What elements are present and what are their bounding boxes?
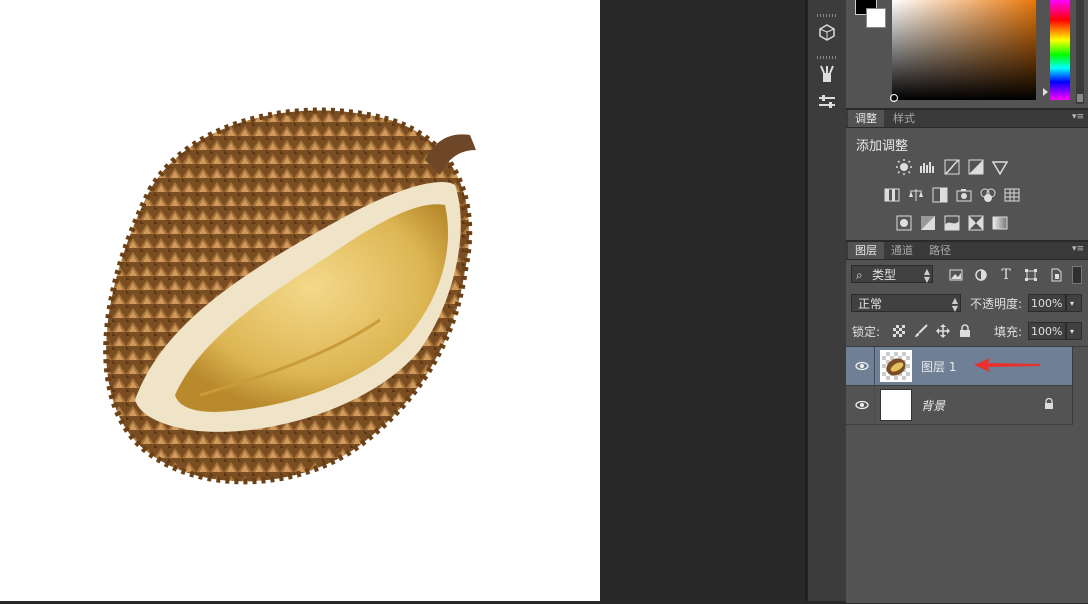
lock-transparent-icon[interactable]	[890, 322, 908, 340]
smart-object-filter-icon[interactable]	[1046, 265, 1066, 285]
lock-label: 锁定:	[852, 325, 881, 339]
3d-cube-icon[interactable]	[814, 20, 840, 44]
layer-row-background[interactable]: 背景	[846, 386, 1072, 425]
layer-thumbnail-background[interactable]	[880, 389, 912, 421]
hue-slider-handle[interactable]	[1043, 88, 1048, 96]
fill-label: 填充:	[994, 325, 1023, 339]
layer-filter-select[interactable]: ⌕ 类型 ▲ ▼	[851, 265, 933, 284]
panel-menu-icon[interactable]: ▾≡	[1072, 112, 1084, 122]
levels-icon[interactable]	[918, 157, 938, 177]
photo-filter-icon[interactable]	[954, 185, 974, 205]
adjustments-title: 添加调整	[856, 139, 909, 154]
exposure-icon[interactable]	[966, 157, 986, 177]
adjustments-panel: 调整 样式 ▾≡ 添加调整	[846, 108, 1088, 240]
lock-icon	[1044, 397, 1054, 413]
gradient-map-icon[interactable]	[990, 213, 1010, 233]
type-layer-filter-icon[interactable]: T	[996, 265, 1016, 285]
adjustments-row-2	[882, 185, 1022, 205]
eye-icon[interactable]	[854, 397, 870, 413]
drag-grip[interactable]	[817, 14, 837, 17]
opacity-dropdown-button[interactable]: ▾	[1066, 294, 1082, 312]
lock-pixels-brush-icon[interactable]	[912, 322, 930, 340]
color-panel-scrollbar[interactable]	[1076, 0, 1084, 104]
layer-filter-icons: T	[946, 265, 1066, 285]
adjustments-tabs: 调整 样式 ▾≡	[846, 110, 1088, 128]
search-icon: ⌕	[856, 268, 863, 282]
layer-name-background[interactable]: 背景	[921, 397, 945, 414]
annotation-arrow	[974, 358, 1040, 372]
pasteboard	[600, 0, 805, 601]
collapsed-panel-strip	[807, 0, 847, 601]
tab-adjustments[interactable]: 调整	[848, 110, 884, 127]
chevron-updown-icon: ▲ ▼	[951, 296, 958, 313]
adjustments-row-1	[894, 157, 1010, 177]
invert-icon[interactable]	[894, 213, 914, 233]
color-picker-field[interactable]	[890, 0, 1036, 102]
black-white-icon[interactable]	[930, 185, 950, 205]
selective-color-icon[interactable]	[966, 213, 986, 233]
durian-image	[103, 107, 476, 485]
opacity-label: 不透明度:	[970, 297, 1023, 311]
threshold-icon[interactable]	[942, 213, 962, 233]
pixel-layer-filter-icon[interactable]	[946, 265, 966, 285]
layer-name-layer1[interactable]: 图层 1	[921, 358, 956, 375]
adjustment-layer-filter-icon[interactable]	[971, 265, 991, 285]
hue-saturation-icon[interactable]	[882, 185, 902, 205]
eye-icon[interactable]	[854, 358, 870, 374]
opacity-input[interactable]: 100%	[1028, 294, 1066, 312]
vibrance-icon[interactable]	[990, 157, 1010, 177]
color-balance-icon[interactable]	[906, 185, 926, 205]
color-lookup-icon[interactable]	[1002, 185, 1022, 205]
channel-mixer-icon[interactable]	[978, 185, 998, 205]
shape-layer-filter-icon[interactable]	[1021, 265, 1041, 285]
color-picker-cursor[interactable]	[890, 94, 898, 102]
fill-dropdown-button[interactable]: ▾	[1066, 322, 1082, 340]
lock-all-icon[interactable]	[956, 322, 974, 340]
layer-thumbnail-durian[interactable]	[880, 350, 912, 382]
brush-presets-icon[interactable]	[814, 62, 840, 86]
layers-tabs: 图层 通道 路径 ▾≡	[846, 242, 1088, 260]
drag-grip[interactable]	[817, 56, 837, 59]
background-color-swatch[interactable]	[866, 8, 886, 28]
document-canvas[interactable]	[0, 0, 600, 601]
curves-icon[interactable]	[942, 157, 962, 177]
tab-paths[interactable]: 路径	[922, 242, 958, 259]
chevron-updown-icon: ▲ ▼	[923, 267, 930, 284]
tab-styles[interactable]: 样式	[886, 110, 922, 127]
lock-icons	[890, 322, 974, 340]
tool-presets-icon[interactable]	[814, 90, 840, 114]
blend-mode-select[interactable]: 正常 ▲ ▼	[851, 294, 961, 313]
blend-mode-value: 正常	[858, 297, 883, 311]
brightness-contrast-icon[interactable]	[894, 157, 914, 177]
lock-position-move-icon[interactable]	[934, 322, 952, 340]
tab-layers[interactable]: 图层	[848, 242, 884, 259]
adjustments-row-3	[894, 213, 1010, 233]
layers-panel: 图层 通道 路径 ▾≡ ⌕ 类型 ▲ ▼ T 正常 ▲ ▼ 不透明度: 100% ▾…	[846, 240, 1088, 603]
panel-menu-icon[interactable]: ▾≡	[1072, 244, 1084, 254]
tab-channels[interactable]: 通道	[884, 242, 920, 259]
hue-slider[interactable]	[1043, 0, 1070, 100]
posterize-icon[interactable]	[918, 213, 938, 233]
layer-filter-value: 类型	[872, 268, 897, 282]
fill-input[interactable]: 100%	[1028, 322, 1066, 340]
filter-toggle-switch[interactable]	[1072, 266, 1082, 284]
